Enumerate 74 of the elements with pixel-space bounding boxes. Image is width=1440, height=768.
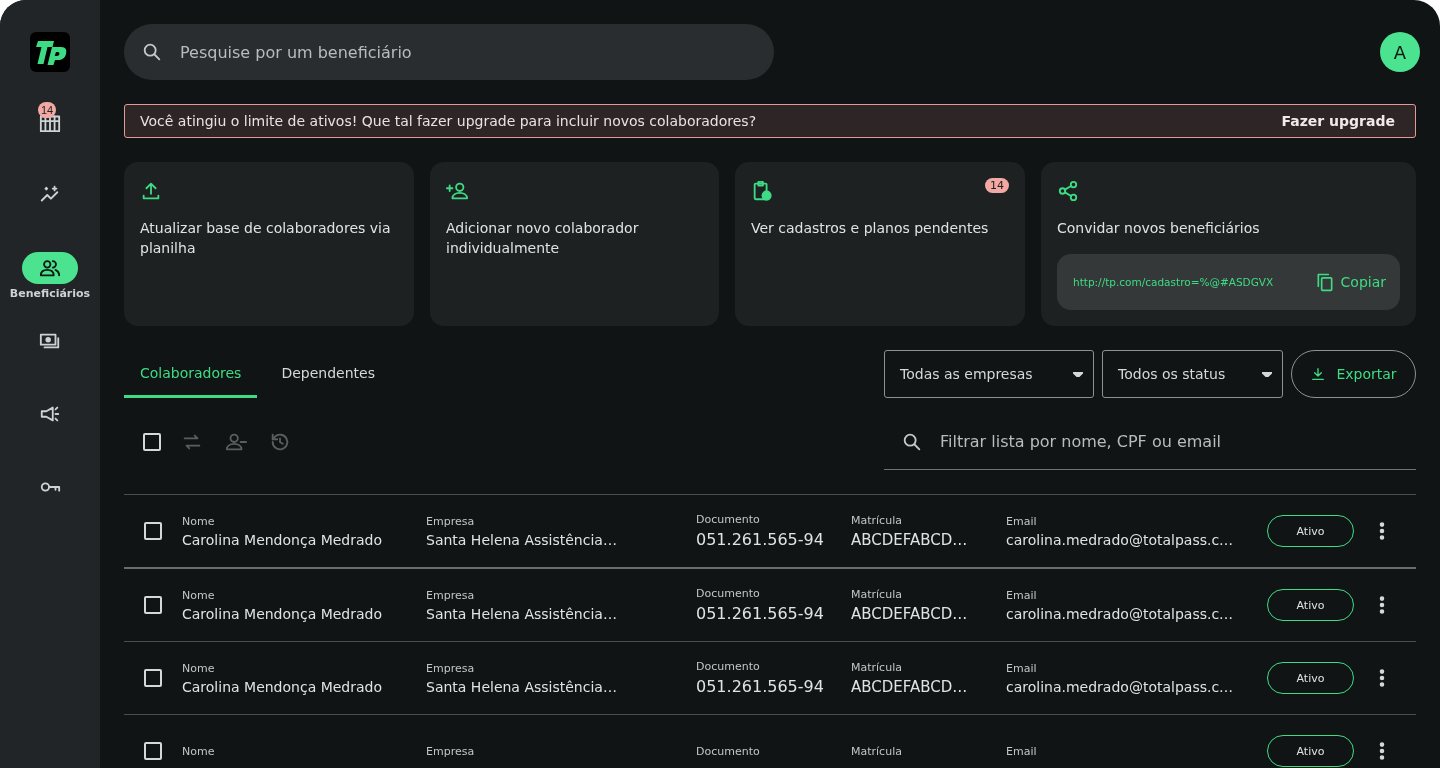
field-label: Email (1006, 744, 1038, 758)
field-value: ABCDEFABCD… (851, 604, 969, 623)
field-value: Carolina Mendonça Medrado (182, 678, 384, 695)
field-label: Documento (696, 513, 761, 526)
checkbox[interactable] (144, 522, 162, 540)
field-label: Matrícula (851, 513, 903, 527)
field-value: 051.261.565-94 (696, 677, 825, 696)
nav-label: Beneficiários (9, 287, 91, 300)
field-label: Email (1006, 514, 1038, 528)
action-card[interactable]: Convidar novos beneficiários http://tp.com/cadastro=%@#ASDGVX Copiar (1041, 162, 1416, 326)
field-label: Empresa (426, 661, 476, 675)
alert-message: Você atingiu o limite de ativos! Que tal fazer upgrade para incluir novos colaboradores? (140, 113, 757, 129)
count-badge: 14 (985, 178, 1009, 193)
card-title: Atualizar base de colaboradores via planilha (140, 219, 392, 258)
field-value: ABCDEFABCD… (851, 677, 969, 696)
field-value: Carolina Mendonça Medrado (182, 531, 384, 548)
field-label: Matrícula (851, 744, 903, 758)
tab[interactable]: Dependentes (265, 350, 391, 398)
field-label: Nome (182, 744, 216, 758)
upload-icon (140, 180, 162, 202)
people-icon (39, 257, 61, 279)
checkbox[interactable] (144, 596, 162, 614)
field-label: Empresa (426, 588, 476, 602)
field-value: ABCDEFABCD… (851, 530, 969, 549)
upgrade-button[interactable]: Fazer upgrade (1269, 105, 1407, 137)
field-label: Matrícula (851, 660, 903, 674)
checkbox[interactable] (144, 669, 162, 687)
invite-link: http://tp.com/cadastro=%@#ASDGVX (1073, 276, 1274, 288)
field-label: Nome (182, 588, 216, 602)
search-field[interactable]: Pesquise por um beneficiário (124, 24, 774, 80)
field-value: carolina.medrado@totalpass.c… (1006, 605, 1235, 622)
field-value: 051.261.565-94 (696, 530, 825, 549)
caret-icon (1073, 371, 1083, 377)
field-value: Carolina Mendonça Medrado (182, 605, 384, 622)
field-label: Matrícula (851, 587, 903, 601)
field-value: carolina.medrado@totalpass.c… (1006, 531, 1235, 548)
share-icon (1057, 180, 1079, 202)
download-icon (1310, 366, 1327, 382)
action-card[interactable]: Adicionar novo colaborador individualmente (430, 162, 719, 326)
field-label: Documento (696, 660, 761, 673)
field-label: Nome (182, 661, 216, 675)
field-value: carolina.medrado@totalpass.c… (1006, 678, 1235, 695)
field-value: Santa Helena Assistência… (426, 531, 618, 548)
field-value: Santa Helena Assistência… (426, 678, 618, 695)
caret-icon (1262, 371, 1272, 377)
nav-item[interactable] (22, 252, 78, 284)
field-label: Email (1006, 588, 1038, 602)
dropdown[interactable]: Todos os status (1102, 350, 1283, 398)
card-title: Convidar novos beneficiários (1057, 219, 1261, 238)
action-card[interactable]: 14 Ver cadastros e planos pendentes (735, 162, 1025, 326)
field-label: Documento (696, 587, 761, 600)
tab[interactable]: Colaboradores (124, 350, 258, 398)
avatar[interactable]: A (1380, 32, 1420, 72)
count-badge: 14 (38, 102, 57, 118)
logo (30, 32, 70, 72)
card-title: Ver cadastros e planos pendentes (751, 219, 990, 238)
checkbox[interactable] (143, 433, 161, 451)
field-value: Santa Helena Assistência… (426, 605, 618, 622)
action-card[interactable]: Atualizar base de colaboradores via planilha (124, 162, 414, 326)
field-label: Empresa (426, 744, 476, 758)
field-label: Email (1006, 661, 1038, 675)
dropdown[interactable]: Todas as empresas (884, 350, 1094, 398)
add-person-icon (446, 180, 468, 202)
checkbox[interactable] (144, 742, 162, 760)
card-title: Adicionar novo colaborador individualmente (446, 219, 640, 258)
clipboard-clock-icon (751, 180, 773, 202)
copy-button[interactable]: Copiar (1310, 268, 1390, 296)
field-label: Empresa (426, 514, 476, 528)
filter-field[interactable]: Filtrar lista por nome, CPF ou email (884, 414, 1416, 470)
field-label: Documento (696, 744, 761, 758)
field-value: 051.261.565-94 (696, 604, 825, 623)
field-label: Nome (182, 514, 216, 528)
search-icon (141, 41, 163, 63)
search-icon (901, 431, 923, 453)
